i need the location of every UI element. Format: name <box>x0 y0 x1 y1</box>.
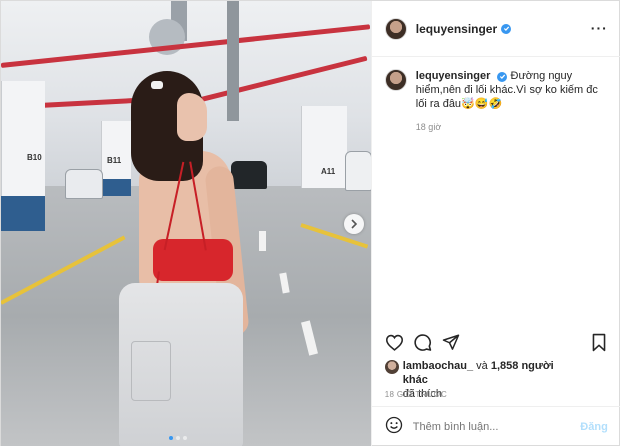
woman-figure <box>1 1 371 446</box>
post-container: B10 B11 A11 lequyensinger ··· lequyensin… <box>0 0 620 446</box>
comment-button[interactable] <box>412 331 434 353</box>
verified-badge-icon <box>501 23 512 34</box>
heart-icon <box>386 334 404 351</box>
comment-bar: Đăng <box>371 406 620 446</box>
caption-avatar[interactable] <box>384 69 407 91</box>
avatar[interactable] <box>384 17 407 40</box>
save-button[interactable] <box>588 331 610 353</box>
share-icon <box>442 334 460 350</box>
share-button[interactable] <box>440 331 462 353</box>
verified-badge-icon <box>497 71 508 82</box>
liker-avatar[interactable] <box>384 360 399 374</box>
post-details-panel: lequyensinger ··· lequyensinger Đường ng… <box>370 1 620 446</box>
post-header: lequyensinger ··· <box>371 1 620 57</box>
next-photo-button[interactable] <box>344 214 364 234</box>
post-comment-button[interactable]: Đăng <box>580 421 608 433</box>
bookmark-icon <box>592 333 606 351</box>
post-timestamp[interactable]: 18 GIỜ TRƯỚC <box>385 390 447 399</box>
emoji-icon[interactable] <box>385 416 403 439</box>
chevron-right-icon <box>351 219 358 229</box>
post-photo[interactable]: B10 B11 A11 <box>1 1 371 446</box>
comment-icon <box>414 333 432 351</box>
carousel-indicator <box>169 436 187 440</box>
liker-username[interactable]: lambaochau_ <box>403 360 473 372</box>
header-username[interactable]: lequyensinger <box>416 22 497 36</box>
more-horizontal-icon[interactable]: ··· <box>591 20 608 36</box>
caption-username[interactable]: lequyensinger <box>416 70 491 82</box>
like-button[interactable] <box>384 331 406 353</box>
caption-block: lequyensinger Đường nguy hiểm,nên đi lối… <box>384 69 609 111</box>
comment-input[interactable] <box>412 421 581 433</box>
likes-connector: và <box>476 360 488 372</box>
action-bar <box>384 331 610 353</box>
caption-age[interactable]: 18 giờ <box>416 122 441 132</box>
